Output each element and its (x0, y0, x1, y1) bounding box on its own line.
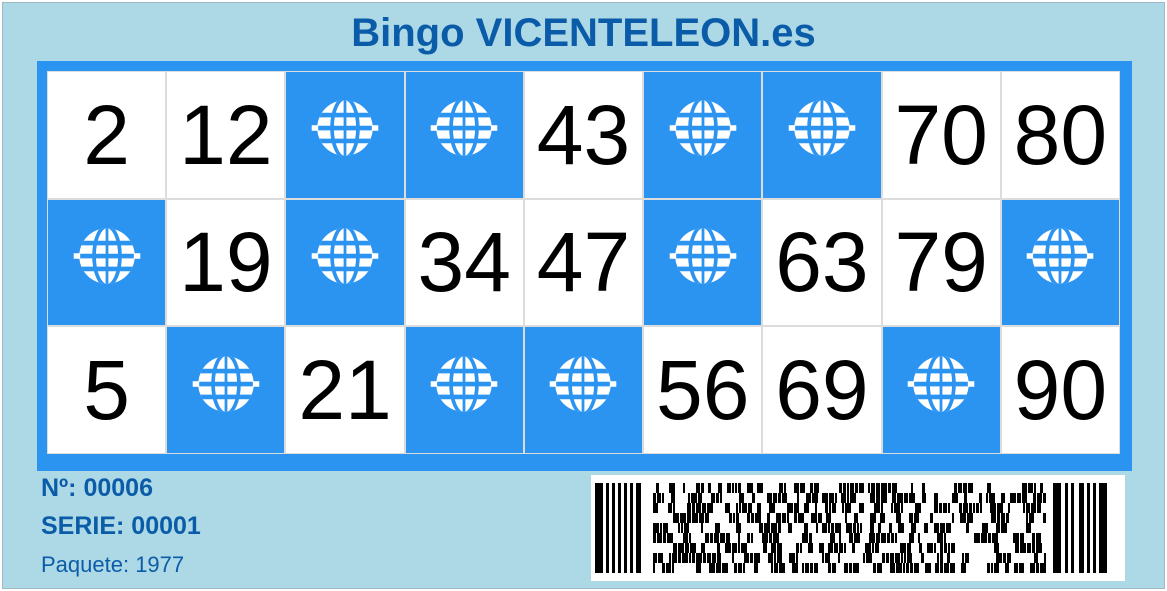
bingo-card: Bingo VICENTELEON.es 2 12 43 70 80 19 34… (2, 2, 1165, 589)
number-cell: 12 (167, 72, 285, 198)
number-cell: 47 (524, 199, 643, 326)
bingo-ball-cage-icon (785, 91, 859, 178)
number-cell: 69 (763, 327, 881, 453)
number-cell: 34 (405, 199, 523, 326)
empty-cell (286, 72, 404, 198)
bingo-ball-cage-icon (308, 219, 382, 306)
empty-cell (48, 199, 166, 326)
card-package: Paquete: 1977 (41, 552, 185, 577)
number-cell: 5 (48, 327, 166, 453)
empty-cell (763, 72, 881, 198)
empty-cell (644, 199, 762, 326)
number-cell: 63 (763, 199, 881, 326)
bingo-ball-cage-icon (427, 347, 501, 434)
empty-cell (644, 72, 762, 198)
number-cell: 21 (286, 327, 404, 453)
number-cell: 19 (167, 199, 285, 326)
number-grid: 2 12 43 70 80 19 34 47 63 79 5 21 56 69 … (47, 71, 1120, 454)
empty-cell (882, 327, 1000, 453)
bingo-ball-cage-icon (189, 347, 263, 434)
number-cell: 43 (524, 72, 643, 198)
number-cell: 80 (1001, 72, 1119, 198)
empty-cell (405, 72, 523, 198)
empty-cell (1001, 199, 1119, 326)
number-cell: 90 (1001, 327, 1119, 453)
bingo-ball-cage-icon (308, 91, 382, 178)
bingo-ball-cage-icon (666, 219, 740, 306)
number-cell: 2 (48, 72, 166, 198)
empty-cell (524, 327, 643, 453)
bingo-ball-cage-icon (546, 347, 620, 434)
pdf417-barcode-icon (591, 475, 1125, 581)
bingo-ball-cage-icon (904, 347, 978, 434)
empty-cell (167, 327, 285, 453)
card-number: Nº: 00006 (41, 474, 153, 502)
bingo-ball-cage-icon (427, 91, 501, 178)
number-cell: 56 (644, 327, 762, 453)
bingo-ball-cage-icon (666, 91, 740, 178)
empty-cell (405, 327, 523, 453)
empty-cell (286, 199, 404, 326)
number-cell: 70 (882, 72, 1000, 198)
bingo-ball-cage-icon (70, 219, 144, 306)
card-title: Bingo VICENTELEON.es (351, 11, 816, 55)
card-series: SERIE: 00001 (41, 512, 201, 540)
bingo-ball-cage-icon (1023, 219, 1097, 306)
bingo-board: 2 12 43 70 80 19 34 47 63 79 5 21 56 69 … (37, 61, 1132, 471)
number-cell: 79 (882, 199, 1000, 326)
